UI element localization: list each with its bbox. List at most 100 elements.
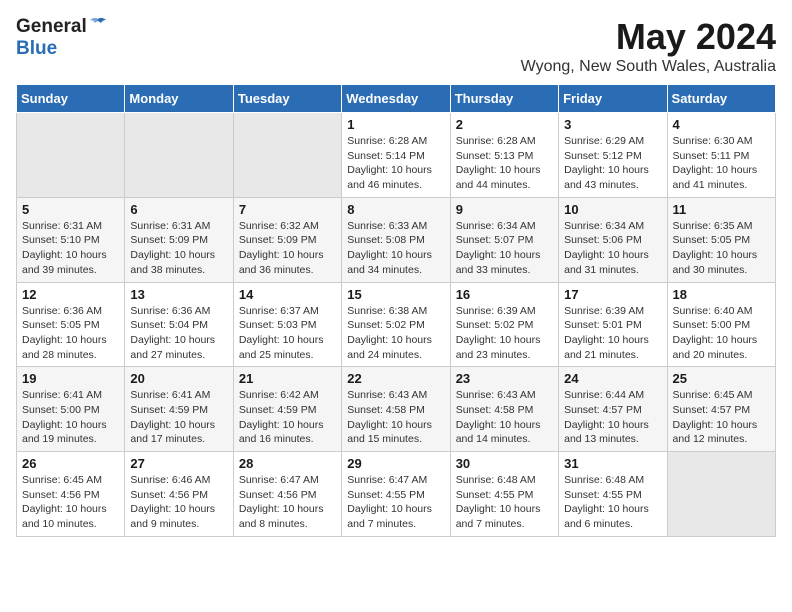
calendar-cell: 24 Sunrise: 6:44 AMSunset: 4:57 PMDayligh… (559, 367, 667, 452)
day-number: 18 (673, 287, 770, 302)
calendar-cell: 1 Sunrise: 6:28 AMSunset: 5:14 PMDaylight… (342, 113, 450, 198)
calendar-cell (17, 113, 125, 198)
calendar-week-row: 1 Sunrise: 6:28 AMSunset: 5:14 PMDaylight… (17, 113, 776, 198)
cell-info: Sunrise: 6:45 AMSunset: 4:57 PMDaylight:… (673, 388, 770, 447)
cell-info: Sunrise: 6:43 AMSunset: 4:58 PMDaylight:… (456, 388, 553, 447)
cell-info: Sunrise: 6:30 AMSunset: 5:11 PMDaylight:… (673, 134, 770, 193)
cell-info: Sunrise: 6:48 AMSunset: 4:55 PMDaylight:… (456, 473, 553, 532)
calendar-cell: 6Sunrise: 6:31 AMSunset: 5:09 PMDaylight… (125, 197, 233, 282)
day-number: 11 (673, 202, 770, 217)
calendar-week-row: 12 Sunrise: 6:36 AMSunset: 5:05 PMDayligh… (17, 282, 776, 367)
calendar-cell: 31Sunrise: 6:48 AMSunset: 4:55 PMDayligh… (559, 452, 667, 537)
calendar-day-header: Saturday (667, 85, 775, 113)
calendar-cell: 19 Sunrise: 6:41 AMSunset: 5:00 PMDayligh… (17, 367, 125, 452)
calendar-cell: 7Sunrise: 6:32 AMSunset: 5:09 PMDaylight… (233, 197, 341, 282)
calendar-cell: 9Sunrise: 6:34 AMSunset: 5:07 PMDaylight… (450, 197, 558, 282)
day-number: 16 (456, 287, 553, 302)
calendar-header-row: SundayMondayTuesdayWednesdayThursdayFrid… (17, 85, 776, 113)
logo-blue: Blue (16, 38, 57, 60)
calendar-cell: 30Sunrise: 6:48 AMSunset: 4:55 PMDayligh… (450, 452, 558, 537)
cell-info: Sunrise: 6:28 AMSunset: 5:14 PMDaylight:… (347, 134, 444, 193)
calendar-week-row: 5 Sunrise: 6:31 AMSunset: 5:10 PMDaylight… (17, 197, 776, 282)
calendar-cell: 29 Sunrise: 6:47 AMSunset: 4:55 PMDayligh… (342, 452, 450, 537)
cell-info: Sunrise: 6:43 AMSunset: 4:58 PMDaylight:… (347, 388, 444, 447)
day-number: 25 (673, 371, 770, 386)
cell-info: Sunrise: 6:36 AMSunset: 5:04 PMDaylight:… (130, 304, 227, 363)
calendar-cell (233, 113, 341, 198)
calendar-cell: 14 Sunrise: 6:37 AMSunset: 5:03 PMDayligh… (233, 282, 341, 367)
calendar-day-header: Friday (559, 85, 667, 113)
cell-info: Sunrise: 6:47 AMSunset: 4:55 PMDaylight:… (347, 473, 444, 532)
day-number: 28 (239, 456, 336, 471)
logo: General Blue (16, 16, 108, 60)
day-number: 31 (564, 456, 661, 471)
cell-info: Sunrise: 6:37 AMSunset: 5:03 PMDaylight:… (239, 304, 336, 363)
day-number: 19 (22, 371, 119, 386)
day-number: 12 (22, 287, 119, 302)
calendar-cell: 4Sunrise: 6:30 AMSunset: 5:11 PMDaylight… (667, 113, 775, 198)
calendar-day-header: Monday (125, 85, 233, 113)
day-number: 24 (564, 371, 661, 386)
day-number: 13 (130, 287, 227, 302)
day-number: 5 (22, 202, 119, 217)
calendar-day-header: Wednesday (342, 85, 450, 113)
day-number: 6 (130, 202, 227, 217)
day-number: 15 (347, 287, 444, 302)
calendar-day-header: Thursday (450, 85, 558, 113)
calendar-cell: 3Sunrise: 6:29 AMSunset: 5:12 PMDaylight… (559, 113, 667, 198)
cell-info: Sunrise: 6:34 AMSunset: 5:06 PMDaylight:… (564, 219, 661, 278)
cell-info: Sunrise: 6:35 AMSunset: 5:05 PMDaylight:… (673, 219, 770, 278)
cell-info: Sunrise: 6:41 AMSunset: 4:59 PMDaylight:… (130, 388, 227, 447)
calendar-cell: 13 Sunrise: 6:36 AMSunset: 5:04 PMDayligh… (125, 282, 233, 367)
cell-info: Sunrise: 6:28 AMSunset: 5:13 PMDaylight:… (456, 134, 553, 193)
day-number: 17 (564, 287, 661, 302)
calendar-cell: 10 Sunrise: 6:34 AMSunset: 5:06 PMDayligh… (559, 197, 667, 282)
location: Wyong, New South Wales, Australia (521, 58, 776, 76)
calendar-cell (667, 452, 775, 537)
day-number: 22 (347, 371, 444, 386)
cell-info: Sunrise: 6:46 AMSunset: 4:56 PMDaylight:… (130, 473, 227, 532)
cell-info: Sunrise: 6:39 AMSunset: 5:01 PMDaylight:… (564, 304, 661, 363)
calendar-cell: 26 Sunrise: 6:45 AMSunset: 4:56 PMDayligh… (17, 452, 125, 537)
calendar-cell: 2 Sunrise: 6:28 AMSunset: 5:13 PMDaylight… (450, 113, 558, 198)
calendar-cell: 20 Sunrise: 6:41 AMSunset: 4:59 PMDayligh… (125, 367, 233, 452)
calendar-cell: 25 Sunrise: 6:45 AMSunset: 4:57 PMDayligh… (667, 367, 775, 452)
cell-info: Sunrise: 6:44 AMSunset: 4:57 PMDaylight:… (564, 388, 661, 447)
calendar-cell: 5 Sunrise: 6:31 AMSunset: 5:10 PMDaylight… (17, 197, 125, 282)
cell-info: Sunrise: 6:40 AMSunset: 5:00 PMDaylight:… (673, 304, 770, 363)
logo-bird-icon (88, 17, 108, 38)
cell-info: Sunrise: 6:42 AMSunset: 4:59 PMDaylight:… (239, 388, 336, 447)
cell-info: Sunrise: 6:36 AMSunset: 5:05 PMDaylight:… (22, 304, 119, 363)
calendar-cell: 28 Sunrise: 6:47 AMSunset: 4:56 PMDayligh… (233, 452, 341, 537)
day-number: 26 (22, 456, 119, 471)
page-header: General Blue May 2024 Wyong, New South W… (16, 16, 776, 76)
day-number: 8 (347, 202, 444, 217)
day-number: 7 (239, 202, 336, 217)
calendar-week-row: 19 Sunrise: 6:41 AMSunset: 5:00 PMDayligh… (17, 367, 776, 452)
day-number: 23 (456, 371, 553, 386)
calendar-cell: 11 Sunrise: 6:35 AMSunset: 5:05 PMDayligh… (667, 197, 775, 282)
day-number: 29 (347, 456, 444, 471)
calendar-table: SundayMondayTuesdayWednesdayThursdayFrid… (16, 84, 776, 537)
cell-info: Sunrise: 6:45 AMSunset: 4:56 PMDaylight:… (22, 473, 119, 532)
calendar-cell: 17 Sunrise: 6:39 AMSunset: 5:01 PMDayligh… (559, 282, 667, 367)
calendar-day-header: Tuesday (233, 85, 341, 113)
logo-general: General (16, 16, 87, 38)
calendar-cell: 12 Sunrise: 6:36 AMSunset: 5:05 PMDayligh… (17, 282, 125, 367)
title-section: May 2024 Wyong, New South Wales, Austral… (521, 16, 776, 76)
day-number: 10 (564, 202, 661, 217)
cell-info: Sunrise: 6:41 AMSunset: 5:00 PMDaylight:… (22, 388, 119, 447)
cell-info: Sunrise: 6:34 AMSunset: 5:07 PMDaylight:… (456, 219, 553, 278)
cell-info: Sunrise: 6:33 AMSunset: 5:08 PMDaylight:… (347, 219, 444, 278)
cell-info: Sunrise: 6:31 AMSunset: 5:10 PMDaylight:… (22, 219, 119, 278)
calendar-cell: 21Sunrise: 6:42 AMSunset: 4:59 PMDayligh… (233, 367, 341, 452)
day-number: 20 (130, 371, 227, 386)
cell-info: Sunrise: 6:47 AMSunset: 4:56 PMDaylight:… (239, 473, 336, 532)
calendar-day-header: Sunday (17, 85, 125, 113)
calendar-cell: 8 Sunrise: 6:33 AMSunset: 5:08 PMDaylight… (342, 197, 450, 282)
day-number: 1 (347, 117, 444, 132)
calendar-cell: 18 Sunrise: 6:40 AMSunset: 5:00 PMDayligh… (667, 282, 775, 367)
day-number: 14 (239, 287, 336, 302)
day-number: 2 (456, 117, 553, 132)
month-year: May 2024 (521, 16, 776, 58)
